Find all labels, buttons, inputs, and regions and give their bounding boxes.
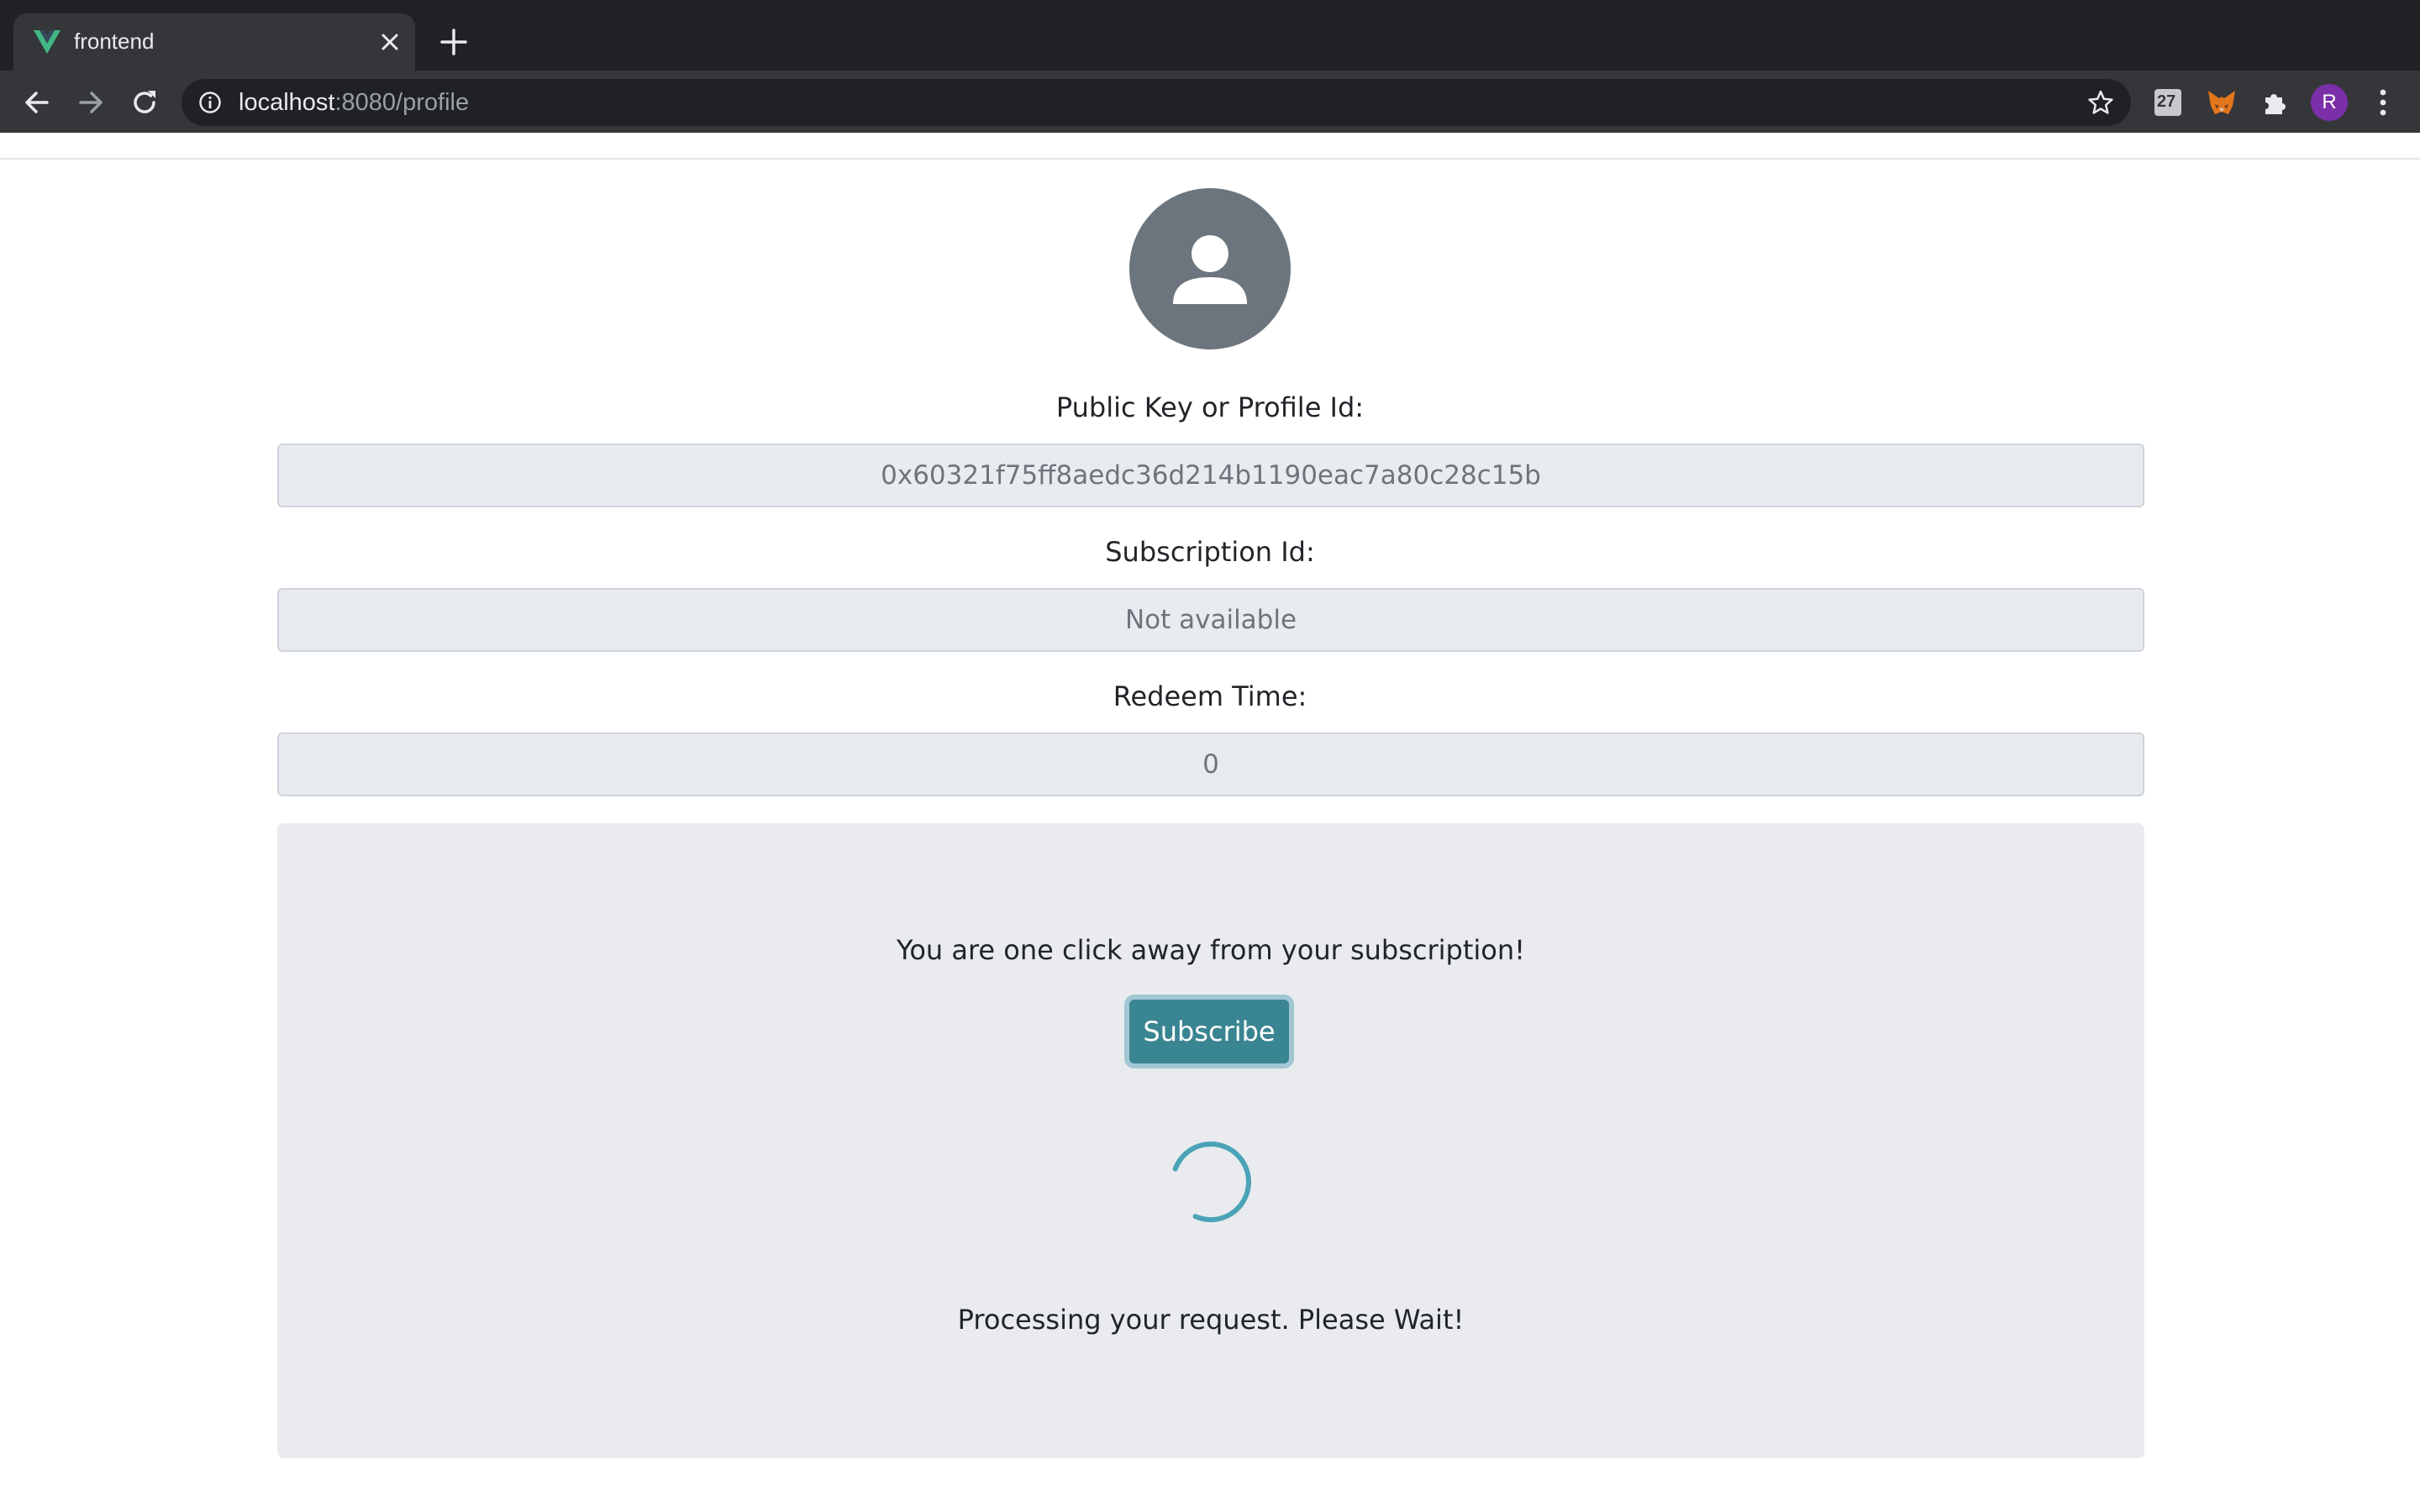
forward-arrow-icon[interactable]: [74, 86, 108, 119]
browser-tabstrip: frontend: [0, 0, 2420, 71]
profile-avatar[interactable]: R: [2311, 84, 2348, 121]
subscribe-message: You are one click away from your subscri…: [897, 934, 1525, 966]
public-key-field[interactable]: 0x60321f75ff8aedc36d214b1190eac7a80c28c1…: [277, 444, 2144, 507]
browser-toolbar: localhost:8080/profile 27 R: [0, 71, 2420, 133]
user-icon: [1173, 235, 1247, 304]
url-host: localhost: [239, 89, 335, 116]
close-icon[interactable]: [376, 29, 403, 55]
extension-badge: 27: [2157, 92, 2176, 111]
profile-avatar-image: [1129, 188, 1291, 349]
back-arrow-icon[interactable]: [20, 86, 54, 119]
extension-27-icon[interactable]: 27: [2151, 86, 2185, 119]
subscription-id-label: Subscription Id:: [1105, 536, 1315, 568]
subscribe-panel: You are one click away from your subscri…: [277, 823, 2144, 1458]
spinner-icon: [1171, 1142, 1251, 1222]
url-path: :8080/profile: [334, 89, 470, 116]
processing-status: Processing your request. Please Wait!: [957, 1304, 1465, 1336]
info-icon[interactable]: [198, 91, 222, 114]
navbar-divider: [0, 158, 2420, 160]
vue-logo-icon: [34, 30, 60, 54]
browser-tab[interactable]: frontend: [13, 13, 415, 71]
address-bar[interactable]: localhost:8080/profile: [182, 79, 2131, 126]
subscription-id-field[interactable]: Not available: [277, 588, 2144, 652]
subscribe-button[interactable]: Subscribe: [1129, 1000, 1289, 1063]
metamask-fox-icon[interactable]: [2205, 86, 2238, 119]
puzzle-icon[interactable]: [2257, 86, 2291, 119]
more-vert-icon[interactable]: [2373, 84, 2393, 121]
redeem-time-field[interactable]: 0: [277, 732, 2144, 796]
star-icon[interactable]: [2087, 89, 2114, 116]
public-key-label: Public Key or Profile Id:: [1055, 391, 1365, 423]
url-text: localhost:8080/profile: [239, 89, 469, 117]
plus-icon[interactable]: [439, 27, 469, 57]
redeem-time-label: Redeem Time:: [1113, 680, 1307, 712]
tab-title: frontend: [74, 29, 155, 54]
reload-icon[interactable]: [128, 86, 161, 119]
